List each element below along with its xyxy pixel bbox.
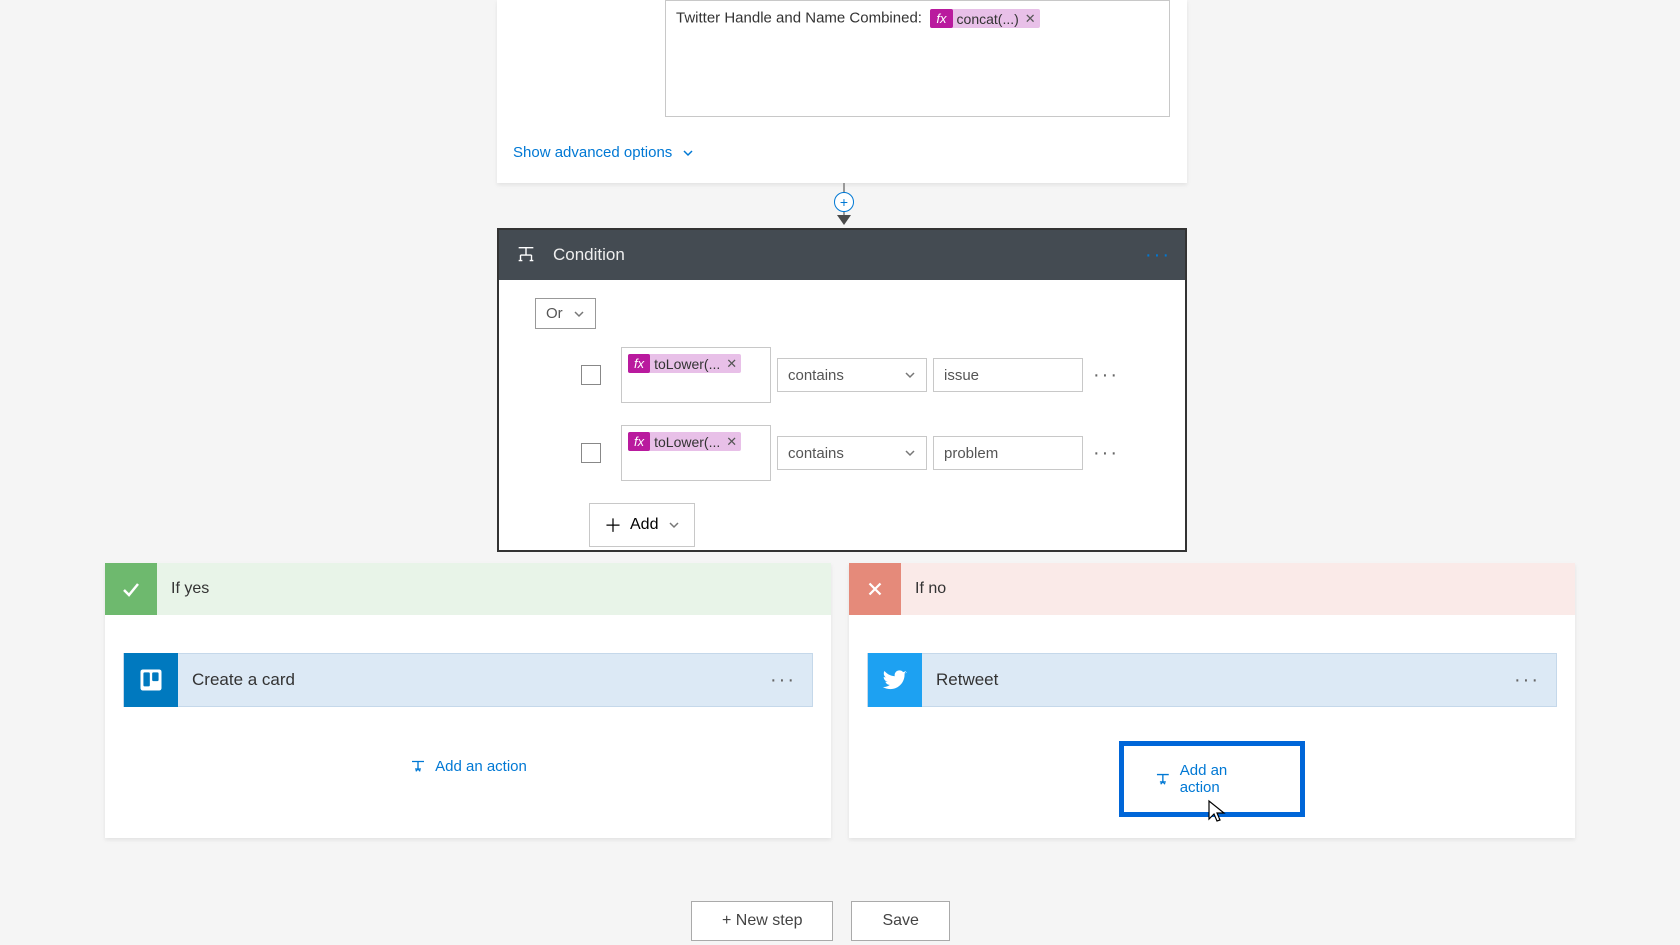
row-more-icon[interactable]: ··· [1093, 442, 1119, 465]
expression-chip-concat[interactable]: fx concat(...) ✕ [930, 9, 1039, 28]
check-icon [105, 563, 157, 615]
twitter-icon [868, 653, 922, 707]
close-icon [849, 563, 901, 615]
chevron-down-icon [904, 447, 916, 459]
if-yes-header: If yes [105, 563, 831, 615]
condition-icon [513, 242, 539, 268]
save-button[interactable]: Save [851, 901, 949, 941]
remove-chip-icon[interactable]: ✕ [726, 434, 737, 450]
operator-select[interactable]: contains [777, 358, 927, 392]
chevron-down-icon [682, 147, 694, 159]
chevron-down-icon [668, 519, 680, 531]
expression-chip-tolower[interactable]: fx toLower(... ✕ [628, 354, 741, 373]
new-step-button[interactable]: + New step [691, 901, 833, 941]
expression-input[interactable]: fx toLower(... ✕ [621, 347, 771, 403]
expression-input[interactable]: fx toLower(... ✕ [621, 425, 771, 481]
add-action-link-no[interactable]: Add an action [1119, 741, 1305, 817]
row-more-icon[interactable]: ··· [1093, 364, 1119, 387]
fx-icon: fx [930, 9, 952, 28]
plus-icon: ＋ [604, 512, 622, 538]
action-more-icon[interactable]: ··· [1514, 669, 1540, 692]
value-input[interactable] [933, 358, 1083, 392]
condition-row: fx toLower(... ✕ contains ··· [535, 425, 1149, 481]
add-action-icon [409, 757, 427, 775]
row-checkbox[interactable] [581, 365, 601, 385]
logic-operator-select[interactable]: Or [535, 298, 596, 329]
show-advanced-link[interactable]: Show advanced options [513, 144, 694, 161]
add-action-link-yes[interactable]: Add an action [105, 757, 831, 775]
remove-chip-icon[interactable]: ✕ [1025, 11, 1036, 27]
value-input[interactable] [933, 436, 1083, 470]
compose-card: Twitter Handle and Name Combined: fx con… [497, 0, 1187, 183]
footer-buttons: + New step Save [691, 901, 950, 941]
insert-step-icon[interactable]: + [834, 192, 854, 212]
condition-row: fx toLower(... ✕ contains ··· [535, 347, 1149, 403]
fx-icon: fx [628, 432, 650, 451]
text-field[interactable]: Twitter Handle and Name Combined: fx con… [665, 0, 1170, 117]
condition-header[interactable]: Condition ··· [499, 230, 1185, 280]
arrow-down-icon [837, 215, 851, 225]
chevron-down-icon [573, 308, 585, 320]
expression-chip-tolower[interactable]: fx toLower(... ✕ [628, 432, 741, 451]
remove-chip-icon[interactable]: ✕ [726, 356, 737, 372]
if-no-branch: If no Retweet ··· Add an action [849, 563, 1575, 838]
action-title: Retweet [936, 670, 1514, 690]
field-label: Twitter Handle and Name Combined: [676, 10, 922, 27]
condition-card: Condition ··· Or fx toLower(... ✕ [497, 228, 1187, 552]
if-no-title: If no [915, 580, 946, 598]
action-card-twitter[interactable]: Retweet ··· [867, 653, 1557, 707]
operator-select[interactable]: contains [777, 436, 927, 470]
if-yes-title: If yes [171, 580, 209, 598]
more-menu-icon[interactable]: ··· [1145, 244, 1171, 267]
add-action-icon [1154, 770, 1172, 788]
row-checkbox[interactable] [581, 443, 601, 463]
if-no-header: If no [849, 563, 1575, 615]
action-more-icon[interactable]: ··· [770, 669, 796, 692]
if-yes-branch: If yes Create a card ··· Add an action [105, 563, 831, 838]
trello-icon [124, 653, 178, 707]
fx-icon: fx [628, 354, 650, 373]
chevron-down-icon [904, 369, 916, 381]
condition-title: Condition [553, 245, 1145, 265]
add-condition-button[interactable]: ＋ Add [589, 503, 695, 547]
action-card-trello[interactable]: Create a card ··· [123, 653, 813, 707]
action-title: Create a card [192, 670, 770, 690]
